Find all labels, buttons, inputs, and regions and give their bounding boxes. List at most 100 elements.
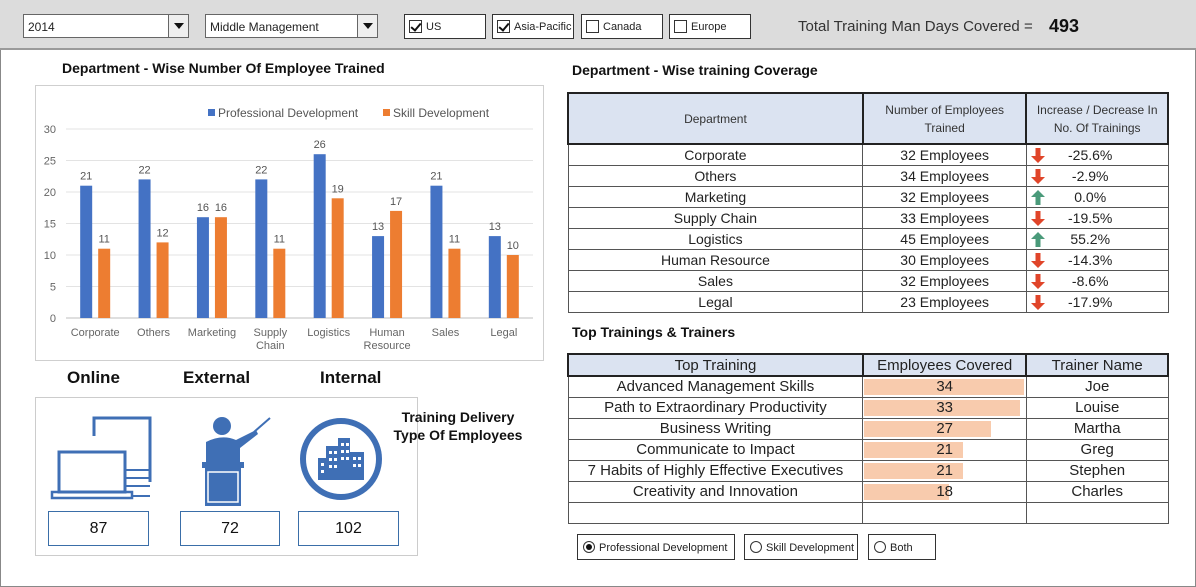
- employees-covered-value: 33: [936, 399, 954, 416]
- employees-cell: 30 Employees: [862, 248, 1027, 271]
- checkbox-icon[interactable]: [586, 20, 599, 33]
- option-label: Professional Development: [599, 542, 728, 554]
- data-label: 16: [197, 202, 209, 214]
- employees-covered-value: 27: [936, 420, 954, 437]
- radio-icon[interactable]: [874, 541, 886, 553]
- option-professional-development[interactable]: Professional Development: [577, 534, 735, 560]
- chevron-down-icon[interactable]: [357, 15, 377, 37]
- x-tick-label: Supply: [253, 327, 287, 339]
- bar-skill: [448, 248, 461, 318]
- region-checkbox-us[interactable]: US: [404, 14, 486, 39]
- coverage-row: Corporate 32 Employees -25.6%: [567, 143, 1169, 166]
- data-label: 13: [372, 221, 384, 233]
- option-label: Skill Development: [766, 542, 855, 554]
- data-label: 11: [274, 234, 285, 246]
- x-tick-label: Others: [137, 327, 171, 339]
- x-tick-label: Corporate: [71, 327, 120, 339]
- delivery-value-external: 72: [180, 511, 280, 546]
- coverage-row: Supply Chain 33 Employees -19.5%: [567, 206, 1169, 229]
- delivery-label-internal: Internal: [320, 368, 382, 387]
- x-tick-label: Marketing: [188, 327, 236, 339]
- change-value: 55.2%: [1070, 230, 1111, 247]
- change-value: -2.9%: [1071, 167, 1109, 184]
- bar-skill: [156, 242, 169, 318]
- level-dropdown[interactable]: Middle Management: [205, 14, 378, 38]
- radio-icon[interactable]: [750, 541, 762, 553]
- coverage-table: Department Number of Employees Trained I…: [567, 92, 1169, 313]
- trainer-name-cell: Stephen: [1025, 459, 1169, 482]
- region-checkbox-asia-pacific[interactable]: Asia-Pacific: [492, 14, 574, 39]
- change-cell: -19.5%: [1025, 206, 1169, 229]
- bar-skill: [331, 198, 344, 318]
- region-checkbox-europe[interactable]: Europe: [669, 14, 751, 39]
- department-cell: Sales: [567, 269, 864, 292]
- employees-covered-value: 21: [936, 441, 954, 458]
- delivery-value-online: 87: [48, 511, 149, 546]
- coverage-row: Legal 23 Employees -17.9%: [567, 290, 1169, 313]
- total-man-days-label: Total Training Man Days Covered =: [798, 18, 1033, 35]
- bar-skill: [390, 210, 403, 318]
- employees-cell: 32 Employees: [862, 269, 1027, 292]
- empty-cell: [1025, 501, 1169, 524]
- y-tick-label: 5: [50, 282, 56, 294]
- department-cell: Human Resource: [567, 248, 864, 271]
- employees-cell: 23 Employees: [862, 290, 1027, 313]
- radio-icon[interactable]: [583, 541, 595, 553]
- bar-professional: [372, 236, 385, 318]
- top-trainings-title: Top Trainings & Trainers: [572, 324, 736, 340]
- data-label: 22: [255, 164, 267, 176]
- checkbox-icon[interactable]: [497, 20, 510, 33]
- employees-covered-cell: 33: [862, 396, 1027, 419]
- delivery-value-internal: 102: [298, 511, 399, 546]
- data-label: 22: [138, 164, 150, 176]
- training-row: Path to Extraordinary Productivity 33 Loui…: [567, 396, 1169, 419]
- data-label: 26: [314, 139, 326, 151]
- bar-professional: [80, 185, 93, 318]
- x-tick-label: Legal: [490, 327, 517, 339]
- training-name-cell: Advanced Management Skills: [567, 375, 864, 398]
- employees-cell: 34 Employees: [862, 164, 1027, 187]
- option-skill-development[interactable]: Skill Development: [744, 534, 858, 560]
- data-label: 10: [507, 240, 519, 252]
- training-name-cell: Communicate to Impact: [567, 438, 864, 461]
- training-row: Advanced Management Skills 34 Joe: [567, 375, 1169, 398]
- trainer-name-cell: Martha: [1025, 417, 1169, 440]
- y-tick-label: 10: [44, 250, 56, 262]
- department-bar-chart: Professional Development Skill Developme…: [35, 85, 544, 361]
- change-value: 0.0%: [1074, 188, 1107, 205]
- coverage-header-row: Department Number of Employees Trained I…: [567, 92, 1169, 145]
- trainer-name-cell: Joe: [1025, 375, 1169, 398]
- x-tick-label: Chain: [256, 340, 285, 352]
- data-label: 13: [489, 221, 501, 233]
- employees-covered-cell: 34: [862, 375, 1027, 398]
- chevron-down-icon[interactable]: [168, 15, 188, 37]
- region-label: US: [426, 21, 442, 33]
- y-tick-label: 15: [44, 219, 56, 231]
- change-value: -25.6%: [1068, 147, 1113, 163]
- employees-cell: 45 Employees: [862, 227, 1027, 250]
- checkbox-icon[interactable]: [674, 20, 687, 33]
- training-row: Communicate to Impact 21 Greg: [567, 438, 1169, 461]
- region-checkbox-canada[interactable]: Canada: [581, 14, 663, 39]
- delivery-label-online: Online: [67, 368, 120, 387]
- bar-professional: [430, 185, 443, 318]
- coverage-row: Others 34 Employees -2.9%: [567, 164, 1169, 187]
- coverage-row: Sales 32 Employees -8.6%: [567, 269, 1169, 292]
- column-header: Trainer Name: [1025, 353, 1169, 377]
- year-dropdown[interactable]: 2014: [23, 14, 189, 38]
- level-value: Middle Management: [210, 20, 319, 34]
- column-header: Top Training: [567, 353, 864, 377]
- department-cell: Legal: [567, 290, 864, 313]
- employees-covered-cell: 21: [862, 438, 1027, 461]
- checkbox-icon[interactable]: [409, 20, 422, 33]
- y-tick-label: 0: [50, 313, 56, 325]
- column-header: Employees Covered: [861, 353, 1028, 377]
- data-label: 17: [390, 196, 402, 208]
- bar-professional: [196, 217, 209, 318]
- employees-covered-value: 21: [936, 462, 954, 479]
- delivery-label-external: External: [183, 368, 251, 387]
- change-cell: -17.9%: [1025, 290, 1169, 313]
- option-both[interactable]: Both: [868, 534, 936, 560]
- change-cell: -8.6%: [1025, 269, 1169, 292]
- coverage-title: Department - Wise training Coverage: [572, 62, 818, 78]
